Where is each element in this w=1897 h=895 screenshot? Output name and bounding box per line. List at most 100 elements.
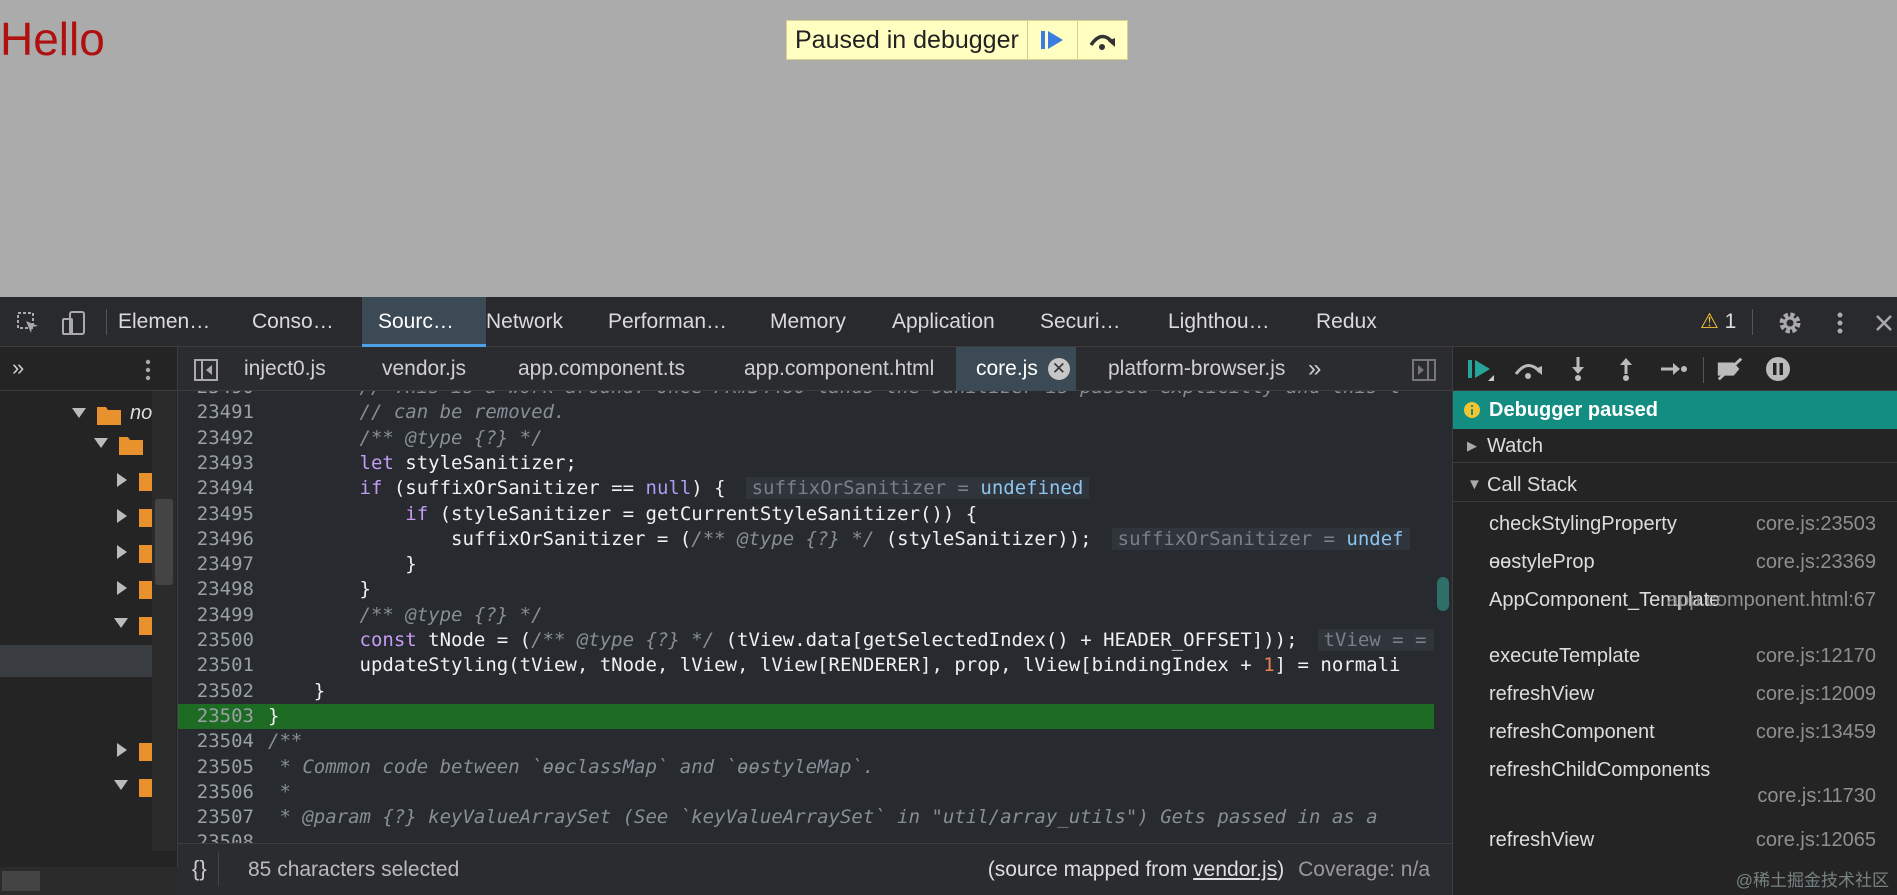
line-number[interactable]: 23492 [178,426,254,451]
navigator-horizontal-scrollbar[interactable] [0,867,178,895]
code-line[interactable]: 23506 * [178,780,1434,805]
code-line[interactable]: 23496 suffixOrSanitizer = (/** @type {?}… [178,527,1434,552]
tab-network[interactable]: Network [486,297,563,347]
tree-item-folder[interactable] [0,735,152,765]
tree-item-folder[interactable] [0,573,152,603]
line-number[interactable]: 23501 [178,653,254,678]
call-frame[interactable]: refreshComponent core.js:13459 [1453,715,1897,751]
step-out-button[interactable] [1611,355,1641,383]
step-over-button[interactable] [1513,355,1543,383]
code-line[interactable]: 23504 /** [178,729,1434,754]
tree-item-folder[interactable] [0,501,152,531]
call-frame[interactable]: refreshView core.js:12065 [1453,823,1897,859]
line-number[interactable]: 23506 [178,780,254,805]
navigator-scroll-thumb[interactable] [155,499,173,585]
call-frame[interactable]: AppComponent_Template app.component.html:… [1453,583,1897,619]
code-line[interactable]: 23493 let styleSanitizer; [178,451,1434,476]
code-line[interactable]: 23492 /** @type {?} */ [178,426,1434,451]
code-line[interactable]: 23508 [178,830,1434,843]
tab-memory[interactable]: Memory [770,297,846,347]
line-number[interactable]: 23505 [178,755,254,780]
more-options-button[interactable] [1826,309,1854,337]
call-frame[interactable]: refreshView core.js:12009 [1453,677,1897,713]
file-tab-inject0-js[interactable]: inject0.js [244,347,326,391]
tab-application[interactable]: Application [892,297,995,347]
inspect-element-button[interactable] [14,309,42,337]
device-toolbar-button[interactable] [60,309,88,337]
line-number[interactable]: 23503 [178,704,254,729]
file-tab-app-component-ts[interactable]: app.component.ts [518,347,685,391]
tree-item-folder[interactable] [0,465,152,495]
call-frame-location[interactable]: app.component.html:67 [1667,589,1876,612]
tree-item-folder[interactable] [0,609,152,639]
editor-scroll-thumb[interactable] [1437,577,1449,611]
resume-button[interactable] [1465,355,1495,383]
tree-item-selected[interactable] [0,645,152,677]
line-number[interactable]: 23498 [178,577,254,602]
line-number[interactable]: 23500 [178,628,254,653]
call-frame[interactable]: refreshChildComponents core.js:11730 [1453,753,1897,807]
code-line[interactable]: 23494 if (suffixOrSanitizer == null) {su… [178,476,1434,501]
call-frame-location[interactable]: core.js:11730 [1757,785,1876,808]
watch-section-header[interactable]: ▶ Watch [1453,429,1897,463]
code-line[interactable]: 23499 /** @type {?} */ [178,603,1434,628]
tab-elemen[interactable]: Elemen… [118,297,210,347]
overlay-step-over-button[interactable] [1076,21,1127,59]
line-number[interactable]: 23493 [178,451,254,476]
call-frame[interactable]: checkStylingProperty core.js:23503 [1453,507,1897,543]
settings-button[interactable] [1776,309,1804,337]
overlay-resume-button[interactable] [1026,21,1077,59]
line-number[interactable]: 23494 [178,476,254,501]
call-frame-location[interactable]: core.js:23503 [1756,513,1876,536]
line-number[interactable]: 23507 [178,805,254,830]
line-number[interactable]: 23495 [178,502,254,527]
warnings-badge[interactable]: ⚠ 1 [1700,297,1736,347]
code-line[interactable]: 23491 // can be removed. [178,400,1434,425]
execution-line[interactable]: 23503} [178,703,1434,729]
more-navigators-button[interactable]: » [12,355,24,381]
pretty-print-button[interactable]: {} [192,856,207,882]
file-tab-app-component-html[interactable]: app.component.html [744,347,934,391]
editor-scrollbar[interactable] [1434,391,1452,843]
code-line[interactable]: 23490 // This is a work around. Once PR#… [178,391,1434,400]
code-line[interactable]: 23500 const tNode = (/** @type {?} */ (t… [178,628,1434,653]
tab-performan[interactable]: Performan… [608,297,727,347]
tree-item-folder[interactable] [0,537,152,567]
code-line[interactable]: 23501 updateStyling(tView, tNode, lView,… [178,653,1434,678]
close-devtools-button[interactable] [1870,309,1897,337]
pause-on-exceptions-button[interactable] [1763,355,1793,383]
line-number[interactable]: 23499 [178,603,254,628]
code-line[interactable]: 23495 if (styleSanitizer = getCurrentSty… [178,502,1434,527]
code-line[interactable]: 23502 } [178,679,1434,704]
line-number[interactable]: 23496 [178,527,254,552]
navigator-scrollbar[interactable] [152,391,176,851]
code-line[interactable]: 23498 } [178,577,1434,602]
source-mapped-link[interactable]: vendor.js [1193,858,1277,881]
deactivate-breakpoints-button[interactable] [1715,355,1745,383]
call-frame-location[interactable]: core.js:12170 [1756,645,1876,668]
line-number[interactable]: 23502 [178,679,254,704]
tree-item-folder[interactable] [0,771,152,801]
tab-securi[interactable]: Securi… [1040,297,1121,347]
code-area[interactable]: 23490 // This is a work around. Once PR#… [178,391,1434,843]
line-number[interactable]: 23491 [178,400,254,425]
call-frame[interactable]: ɵɵstyleProp core.js:23369 [1453,545,1897,581]
tab-lighthou[interactable]: Lighthou… [1168,297,1270,347]
call-frame-location[interactable]: core.js:13459 [1756,721,1876,744]
close-tab-icon[interactable]: ✕ [1047,358,1070,381]
file-tab-vendor-js[interactable]: vendor.js [382,347,466,391]
line-number[interactable]: 23497 [178,552,254,577]
tab-conso[interactable]: Conso… [252,297,334,347]
call-frame[interactable]: executeTemplate core.js:12170 [1453,639,1897,675]
step-button[interactable] [1659,355,1689,383]
step-into-button[interactable] [1563,355,1593,383]
toggle-navigator-icon[interactable] [194,359,218,381]
code-line[interactable]: 23505 * Common code between `ɵɵclassMap`… [178,755,1434,780]
tree-item-folder[interactable] [0,429,152,459]
file-tab-core-js[interactable]: core.js ✕ [956,347,1076,391]
line-number[interactable]: 23490 [178,391,254,400]
line-number[interactable]: 23504 [178,729,254,754]
code-line[interactable]: 23497 } [178,552,1434,577]
tab-sourc[interactable]: Sourc… [362,297,486,347]
more-file-tabs-button[interactable]: » [1308,347,1321,391]
